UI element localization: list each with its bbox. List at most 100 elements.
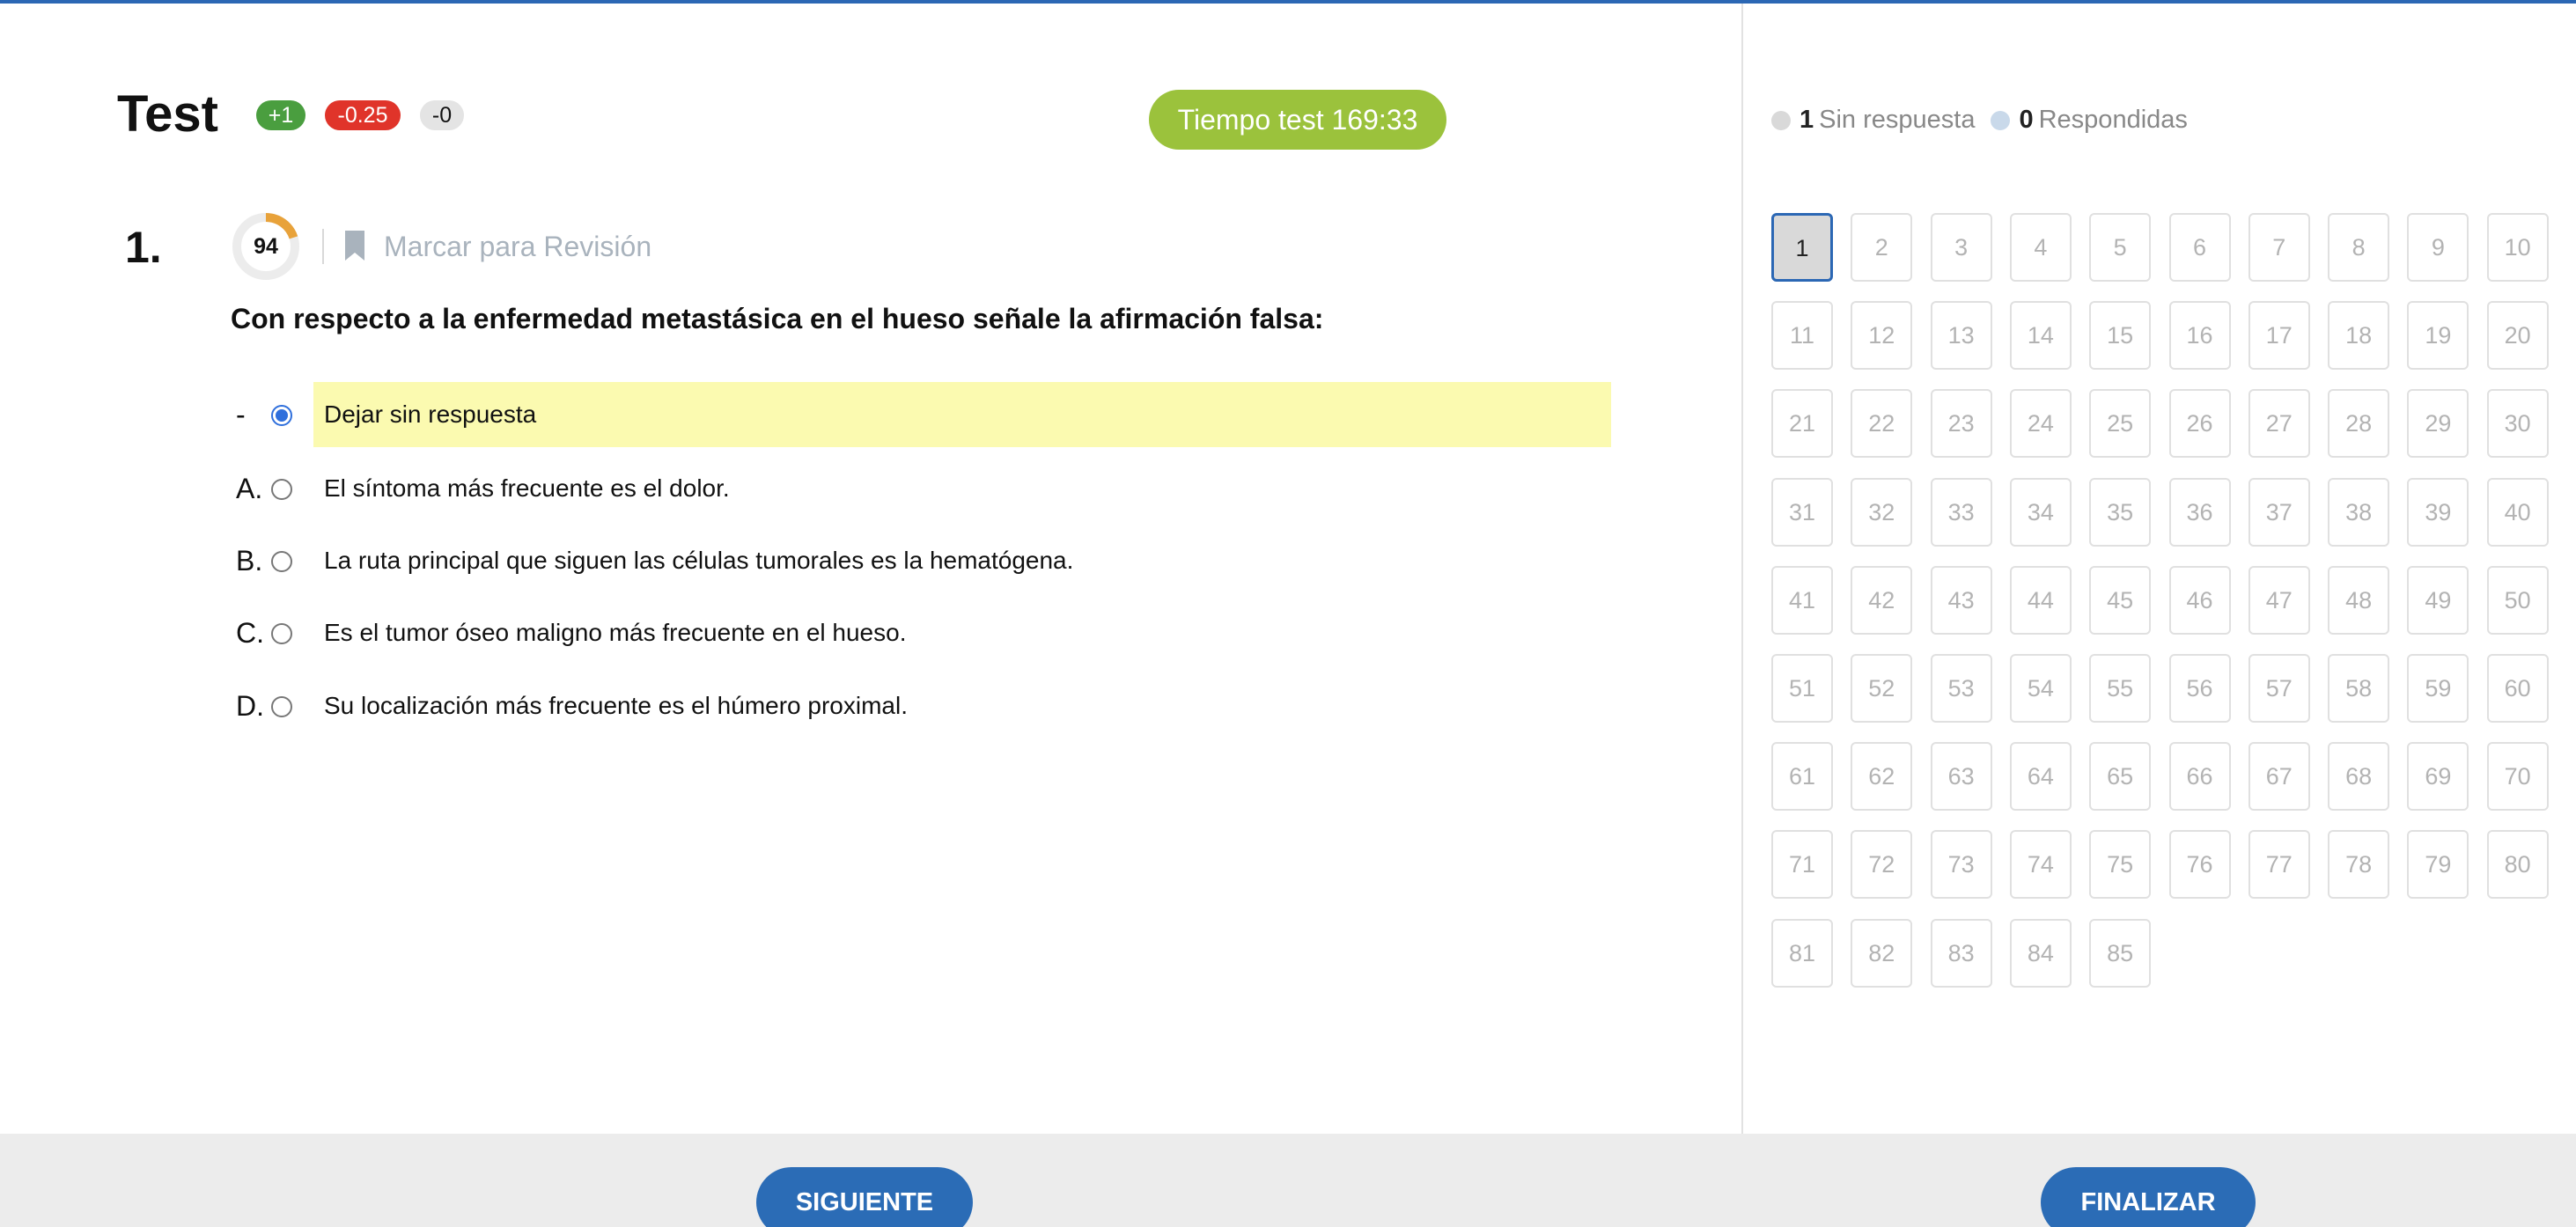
nav-question-70[interactable]: 70: [2486, 742, 2549, 812]
bookmark-icon[interactable]: [343, 231, 366, 261]
nav-question-31[interactable]: 31: [1771, 477, 1833, 547]
nav-question-40[interactable]: 40: [2486, 477, 2549, 547]
nav-question-2[interactable]: 2: [1851, 213, 1913, 282]
nav-question-60[interactable]: 60: [2486, 654, 2549, 723]
nav-question-13[interactable]: 13: [1930, 301, 1992, 371]
nav-question-38[interactable]: 38: [2328, 477, 2390, 547]
answer-option[interactable]: A. El síntoma más frecuente es el dolor.: [231, 456, 1611, 521]
nav-question-45[interactable]: 45: [2089, 565, 2152, 635]
nav-question-63[interactable]: 63: [1930, 742, 1992, 812]
nav-question-35[interactable]: 35: [2089, 477, 2152, 547]
nav-question-15[interactable]: 15: [2089, 301, 2152, 371]
nav-question-1[interactable]: 1: [1771, 213, 1833, 282]
nav-question-52[interactable]: 52: [1851, 654, 1913, 723]
option-text-area[interactable]: Es el tumor óseo maligno más frecuente e…: [313, 600, 1611, 665]
nav-question-81[interactable]: 81: [1771, 918, 1833, 988]
nav-question-44[interactable]: 44: [2009, 565, 2072, 635]
nav-question-26[interactable]: 26: [2168, 389, 2231, 459]
nav-question-62[interactable]: 62: [1851, 742, 1913, 812]
nav-question-9[interactable]: 9: [2407, 213, 2469, 282]
option-text-area[interactable]: La ruta principal que siguen las células…: [313, 528, 1611, 593]
nav-question-17[interactable]: 17: [2248, 301, 2310, 371]
nav-question-56[interactable]: 56: [2168, 654, 2231, 723]
finish-button[interactable]: FINALIZAR: [2041, 1167, 2256, 1227]
nav-question-16[interactable]: 16: [2168, 301, 2231, 371]
nav-question-82[interactable]: 82: [1851, 918, 1913, 988]
nav-question-68[interactable]: 68: [2328, 742, 2390, 812]
nav-question-78[interactable]: 78: [2328, 830, 2390, 900]
nav-question-80[interactable]: 80: [2486, 830, 2549, 900]
nav-question-58[interactable]: 58: [2328, 654, 2390, 723]
nav-question-46[interactable]: 46: [2168, 565, 2231, 635]
nav-question-50[interactable]: 50: [2486, 565, 2549, 635]
option-radio[interactable]: [271, 623, 292, 644]
next-button[interactable]: SIGUIENTE: [756, 1167, 973, 1227]
nav-question-47[interactable]: 47: [2248, 565, 2310, 635]
nav-question-61[interactable]: 61: [1771, 742, 1833, 812]
nav-question-37[interactable]: 37: [2248, 477, 2310, 547]
nav-question-12[interactable]: 12: [1851, 301, 1913, 371]
nav-question-51[interactable]: 51: [1771, 654, 1833, 723]
answer-option[interactable]: - Dejar sin respuesta: [231, 382, 1611, 447]
answer-option[interactable]: D. Su localización más frecuente es el hú…: [231, 673, 1611, 738]
answer-option[interactable]: B. La ruta principal que siguen las célul…: [231, 528, 1611, 593]
nav-question-39[interactable]: 39: [2407, 477, 2469, 547]
nav-question-57[interactable]: 57: [2248, 654, 2310, 723]
nav-question-33[interactable]: 33: [1930, 477, 1992, 547]
nav-question-54[interactable]: 54: [2009, 654, 2072, 723]
nav-question-19[interactable]: 19: [2407, 301, 2469, 371]
nav-question-71[interactable]: 71: [1771, 830, 1833, 900]
nav-question-77[interactable]: 77: [2248, 830, 2310, 900]
nav-question-49[interactable]: 49: [2407, 565, 2469, 635]
option-text-area[interactable]: Dejar sin respuesta: [313, 382, 1611, 447]
nav-question-73[interactable]: 73: [1930, 830, 1992, 900]
option-radio[interactable]: [271, 479, 292, 500]
nav-question-66[interactable]: 66: [2168, 742, 2231, 812]
nav-question-69[interactable]: 69: [2407, 742, 2469, 812]
nav-question-72[interactable]: 72: [1851, 830, 1913, 900]
nav-question-6[interactable]: 6: [2168, 213, 2231, 282]
nav-question-10[interactable]: 10: [2486, 213, 2549, 282]
nav-question-21[interactable]: 21: [1771, 389, 1833, 459]
nav-question-41[interactable]: 41: [1771, 565, 1833, 635]
nav-question-36[interactable]: 36: [2168, 477, 2231, 547]
nav-question-85[interactable]: 85: [2089, 918, 2152, 988]
option-radio[interactable]: [271, 405, 292, 426]
mark-review-button[interactable]: Marcar para Revisión: [384, 231, 651, 263]
nav-question-7[interactable]: 7: [2248, 213, 2310, 282]
nav-question-65[interactable]: 65: [2089, 742, 2152, 812]
nav-question-34[interactable]: 34: [2009, 477, 2072, 547]
nav-question-64[interactable]: 64: [2009, 742, 2072, 812]
nav-question-27[interactable]: 27: [2248, 389, 2310, 459]
nav-question-11[interactable]: 11: [1771, 301, 1833, 371]
answer-option[interactable]: C. Es el tumor óseo maligno más frecuente…: [231, 600, 1611, 665]
nav-question-55[interactable]: 55: [2089, 654, 2152, 723]
nav-question-74[interactable]: 74: [2009, 830, 2072, 900]
nav-question-25[interactable]: 25: [2089, 389, 2152, 459]
nav-question-3[interactable]: 3: [1930, 213, 1992, 282]
nav-question-43[interactable]: 43: [1930, 565, 1992, 635]
nav-question-76[interactable]: 76: [2168, 830, 2231, 900]
nav-question-30[interactable]: 30: [2486, 389, 2549, 459]
nav-question-67[interactable]: 67: [2248, 742, 2310, 812]
nav-question-75[interactable]: 75: [2089, 830, 2152, 900]
nav-question-8[interactable]: 8: [2328, 213, 2390, 282]
nav-question-5[interactable]: 5: [2089, 213, 2152, 282]
nav-question-23[interactable]: 23: [1930, 389, 1992, 459]
nav-question-29[interactable]: 29: [2407, 389, 2469, 459]
nav-question-59[interactable]: 59: [2407, 654, 2469, 723]
option-text-area[interactable]: El síntoma más frecuente es el dolor.: [313, 456, 1611, 521]
nav-question-20[interactable]: 20: [2486, 301, 2549, 371]
nav-question-84[interactable]: 84: [2009, 918, 2072, 988]
option-text-area[interactable]: Su localización más frecuente es el húme…: [313, 673, 1611, 738]
nav-question-24[interactable]: 24: [2009, 389, 2072, 459]
nav-question-48[interactable]: 48: [2328, 565, 2390, 635]
nav-question-22[interactable]: 22: [1851, 389, 1913, 459]
nav-question-4[interactable]: 4: [2009, 213, 2072, 282]
nav-question-28[interactable]: 28: [2328, 389, 2390, 459]
nav-question-14[interactable]: 14: [2009, 301, 2072, 371]
nav-question-42[interactable]: 42: [1851, 565, 1913, 635]
option-radio[interactable]: [271, 551, 292, 572]
nav-question-18[interactable]: 18: [2328, 301, 2390, 371]
nav-question-79[interactable]: 79: [2407, 830, 2469, 900]
